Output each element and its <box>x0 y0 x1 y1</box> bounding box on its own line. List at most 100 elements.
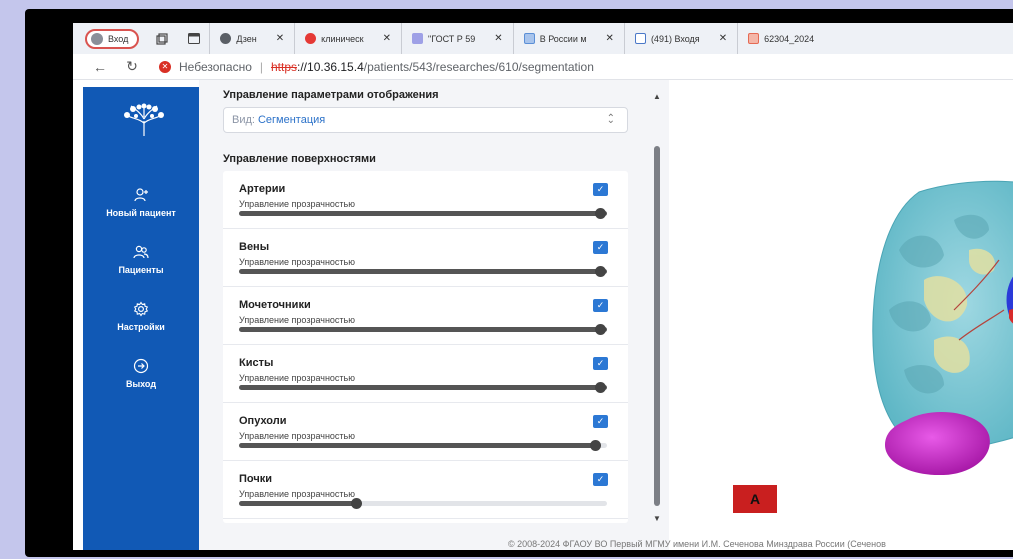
opacity-slider-fill <box>239 443 596 448</box>
add-user-icon <box>134 188 148 202</box>
profile-avatar-icon <box>91 32 103 45</box>
close-icon[interactable]: ✕ <box>719 33 727 44</box>
surface-name: Опухоли <box>239 415 287 427</box>
view-select-value: Сегментация <box>257 114 326 126</box>
kidney-3d-render[interactable] <box>669 80 1013 550</box>
surface-name: Вены <box>239 241 270 253</box>
divider: | <box>259 59 263 74</box>
visibility-checkbox[interactable]: ✓ <box>593 299 608 312</box>
opacity-slider[interactable] <box>239 208 607 219</box>
surface-row: Почки Управление прозрачностью ✓ <box>223 461 628 519</box>
scroll-up-icon[interactable]: ▲ <box>652 92 662 102</box>
dzen-icon <box>220 33 232 44</box>
tab-62304[interactable]: 62304_2024 <box>737 23 824 54</box>
close-icon[interactable]: ✕ <box>606 33 614 44</box>
news-icon <box>523 33 535 44</box>
surface-row: Артерии Управление прозрачностью ✓ <box>223 171 628 229</box>
opacity-slider[interactable] <box>239 266 607 277</box>
opacity-slider-fill <box>239 385 607 390</box>
tab-russia[interactable]: В России м ✕ <box>512 23 624 54</box>
opacity-slider-fill <box>239 327 607 332</box>
opacity-slider-fill <box>239 211 607 216</box>
tab-inbox[interactable]: (491) Входя ✕ <box>623 23 737 54</box>
gear-icon <box>133 301 149 317</box>
sidebar-item-logout[interactable]: Выход <box>83 358 199 389</box>
tab-bar: Вход Дзен ✕ клиническ ✕ "ГОСТ Р 59 ✕ В Р… <box>73 23 1013 54</box>
scroll-down-icon[interactable]: ▼ <box>652 514 662 524</box>
surfaces-title: Управление поверхностями <box>223 153 376 165</box>
visibility-checkbox[interactable]: ✓ <box>593 415 608 428</box>
opacity-slider[interactable] <box>239 440 607 451</box>
tab-groups-icon[interactable] <box>187 32 201 46</box>
opacity-slider-thumb[interactable] <box>595 208 606 219</box>
footer-copyright: © 2008-2024 ФГАОУ ВО Первый МГМУ имени И… <box>508 539 886 549</box>
visibility-checkbox[interactable]: ✓ <box>593 241 608 254</box>
url-scheme: https <box>271 59 298 74</box>
close-icon[interactable]: ✕ <box>494 33 502 44</box>
sidebar-item-settings[interactable]: Настройки <box>83 301 199 332</box>
opacity-slider[interactable] <box>239 498 607 509</box>
tab-search-icon[interactable] <box>155 32 169 46</box>
visibility-checkbox[interactable]: ✓ <box>593 473 608 486</box>
opacity-label: Управление прозрачностью <box>239 257 355 267</box>
visibility-checkbox[interactable]: ✓ <box>593 357 608 370</box>
profile-button[interactable]: Вход <box>85 28 140 49</box>
sidebar-item-label: Выход <box>125 379 157 389</box>
security-label[interactable]: Небезопасно <box>179 60 252 74</box>
opacity-slider-thumb[interactable] <box>595 266 606 277</box>
opacity-label: Управление прозрачностью <box>239 199 355 209</box>
url-host: ://10.36.15.4 <box>297 59 364 74</box>
tree-logo-icon <box>124 103 164 136</box>
tab-clinical[interactable]: клиническ ✕ <box>294 23 401 54</box>
url-field[interactable]: https://10.36.15.4/patients/543/research… <box>271 60 594 74</box>
tab-gost[interactable]: "ГОСТ Р 59 ✕ <box>401 23 513 54</box>
yandex-icon <box>305 33 317 44</box>
view-select-prefix: Вид: <box>232 114 255 126</box>
opacity-label: Управление прозрачностью <box>239 373 355 383</box>
tab-title: В России м <box>539 33 587 44</box>
opacity-slider-thumb[interactable] <box>595 382 606 393</box>
surface-name: Почки <box>239 473 273 485</box>
close-icon[interactable]: ✕ <box>276 33 284 44</box>
surface-row: Вены Управление прозрачностью ✓ <box>223 229 628 287</box>
address-bar: ← ↻ ✕ Небезопасно | https://10.36.15.4/p… <box>73 54 1013 80</box>
sidebar-item-label: Настройки <box>117 322 165 332</box>
opacity-slider-thumb[interactable] <box>590 440 601 451</box>
chevron-updown-icon: ⌃ ⌄ <box>606 113 615 126</box>
opacity-slider[interactable] <box>239 324 607 335</box>
surface-row: Кисты Управление прозрачностью ✓ <box>223 345 628 403</box>
tab-title: (491) Входя <box>650 33 700 44</box>
monitor-frame: Вход Дзен ✕ клиническ ✕ "ГОСТ Р 59 ✕ В Р… <box>25 9 1013 557</box>
visibility-checkbox[interactable]: ✓ <box>593 183 608 196</box>
pdf-icon <box>748 33 760 44</box>
display-settings-title: Управление параметрами отображения <box>223 89 439 101</box>
segmentation-viewer[interactable]: A <box>669 80 1013 550</box>
opacity-label: Управление прозрачностью <box>239 315 355 325</box>
opacity-slider[interactable] <box>239 382 607 393</box>
users-icon <box>133 245 149 259</box>
opacity-slider-thumb[interactable] <box>351 498 362 509</box>
surface-row: Мочеточники Управление прозрачностью ✓ <box>223 287 628 345</box>
scrollbar-thumb[interactable] <box>654 146 660 506</box>
tab-dzen[interactable]: Дзен ✕ <box>209 23 294 54</box>
view-select[interactable]: Вид: Сегментация ⌃ ⌄ <box>223 107 628 133</box>
close-icon[interactable]: ✕ <box>383 33 391 44</box>
document-icon <box>412 33 424 44</box>
opacity-slider-fill <box>239 501 357 506</box>
surfaces-list: Артерии Управление прозрачностью ✓ Вены Упра… <box>223 171 628 523</box>
mail-icon <box>634 33 646 44</box>
logout-icon <box>133 358 149 374</box>
opacity-slider-thumb[interactable] <box>595 324 606 335</box>
sidebar-item-patients[interactable]: Пациенты <box>83 244 199 275</box>
surface-name: Кисты <box>239 357 274 369</box>
tab-title: клиническ <box>321 33 364 44</box>
tab-title: "ГОСТ Р 59 <box>428 33 476 44</box>
sidebar-item-new-patient[interactable]: Новый пациент <box>83 187 199 218</box>
panel-scrollbar[interactable]: ▲ ▼ <box>652 92 662 524</box>
reload-icon[interactable]: ↻ <box>123 58 141 75</box>
surface-name: Мочеточники <box>239 299 311 311</box>
back-arrow-icon[interactable]: ← <box>91 59 109 75</box>
sidebar-item-label: Новый пациент <box>106 208 176 218</box>
insecure-icon[interactable]: ✕ <box>159 60 171 73</box>
surface-row: Опухоли Управление прозрачностью ✓ <box>223 403 628 461</box>
